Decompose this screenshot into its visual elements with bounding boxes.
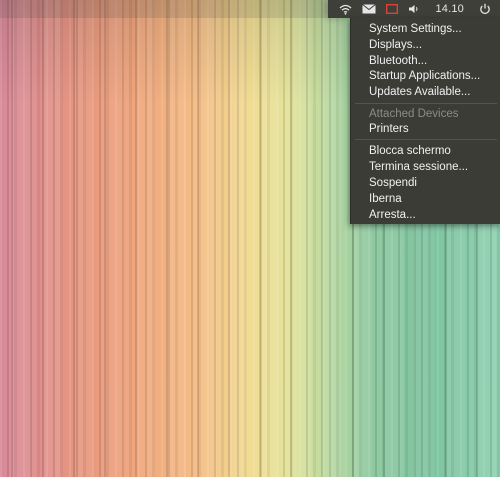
session-menu: System Settings... Displays... Bluetooth… (350, 18, 500, 224)
menu-item-printers[interactable]: Printers (369, 122, 409, 136)
menu-item-startup-applications[interactable]: Startup Applications... (369, 69, 480, 83)
power-icon[interactable] (479, 0, 491, 18)
volume-icon[interactable] (408, 0, 420, 18)
menu-item-suspend[interactable]: Sospendi (369, 176, 417, 190)
menu-item-displays[interactable]: Displays... (369, 38, 422, 52)
wifi-icon[interactable] (339, 0, 352, 18)
menu-item-system-settings[interactable]: System Settings... (369, 22, 462, 36)
attached-devices-header: Attached Devices (369, 108, 459, 120)
menu-item-hibernate[interactable]: Iberna (369, 192, 402, 206)
menu-separator (355, 139, 497, 140)
menu-item-bluetooth[interactable]: Bluetooth... (369, 54, 427, 68)
menu-item-shut-down[interactable]: Arresta... (369, 208, 416, 222)
menu-item-lock-screen[interactable]: Blocca schermo (369, 144, 451, 158)
indicator-area: 14.10 (328, 0, 500, 18)
clock[interactable]: 14.10 (435, 0, 464, 18)
menu-item-log-out[interactable]: Termina sessione... (369, 160, 468, 174)
menu-separator (355, 103, 497, 104)
menu-item-updates-available[interactable]: Updates Available... (369, 85, 470, 99)
battery-alert-icon[interactable] (386, 0, 399, 18)
mail-icon[interactable] (362, 0, 377, 18)
